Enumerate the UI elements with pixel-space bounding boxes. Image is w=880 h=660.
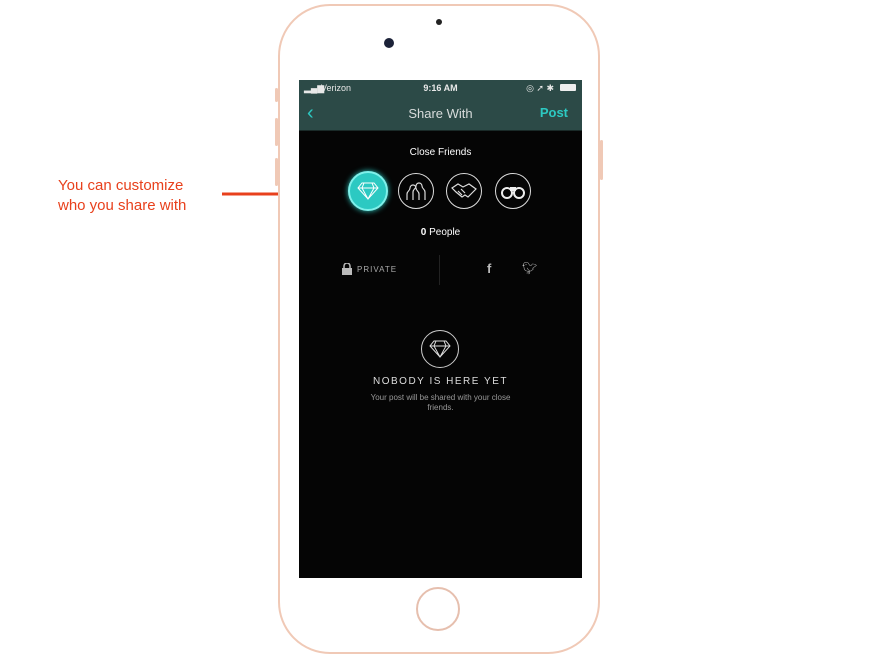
post-button[interactable]: Post <box>540 105 568 120</box>
twitter-icon[interactable]: 🐦︎ <box>522 261 537 275</box>
diamond-icon <box>357 182 379 200</box>
annotation-line: who you share with <box>58 197 187 214</box>
handshake-icon <box>451 183 477 198</box>
binoculars-icon <box>501 187 525 199</box>
nav-bar: ‹ Share With Post <box>299 97 582 131</box>
camera <box>384 38 394 48</box>
facebook-icon[interactable]: f <box>487 261 491 276</box>
acquaintances-button[interactable] <box>446 173 482 209</box>
power-button <box>600 140 603 180</box>
app-screen: ▂▄▆ Verizon 9:16 AM ◎ ➚ ✱ ‹ Share With P… <box>299 80 582 578</box>
divider <box>439 255 440 285</box>
status-bar: ▂▄▆ Verizon 9:16 AM ◎ ➚ ✱ <box>299 80 582 97</box>
private-toggle[interactable]: PRIVATE <box>342 263 397 275</box>
empty-state-message: Your post will be shared with your close… <box>370 393 511 412</box>
annotation-text: You can customize who you share with <box>58 176 186 216</box>
empty-state-icon <box>421 330 459 368</box>
battery-icon <box>560 84 576 91</box>
close-friends-button[interactable] <box>348 171 388 211</box>
annotation-line: You can customize <box>58 177 184 194</box>
selected-audience-label: Close Friends <box>409 147 472 158</box>
private-label: PRIVATE <box>357 264 398 274</box>
people-count: 0 People <box>420 227 461 238</box>
volume-down <box>275 158 278 186</box>
home-button[interactable] <box>416 587 460 631</box>
group-icon <box>406 182 426 200</box>
friends-group-button[interactable] <box>398 173 434 209</box>
lock-icon <box>342 263 352 275</box>
public-button[interactable] <box>495 173 531 209</box>
empty-state-title: NOBODY IS HERE YET <box>373 376 508 387</box>
speaker <box>436 19 442 25</box>
location-bluetooth-icons: ◎ ➚ ✱ <box>526 83 554 93</box>
mute-switch <box>275 88 278 102</box>
volume-up <box>275 118 278 146</box>
diamond-icon <box>429 340 451 358</box>
count-number: 0 <box>420 227 427 238</box>
